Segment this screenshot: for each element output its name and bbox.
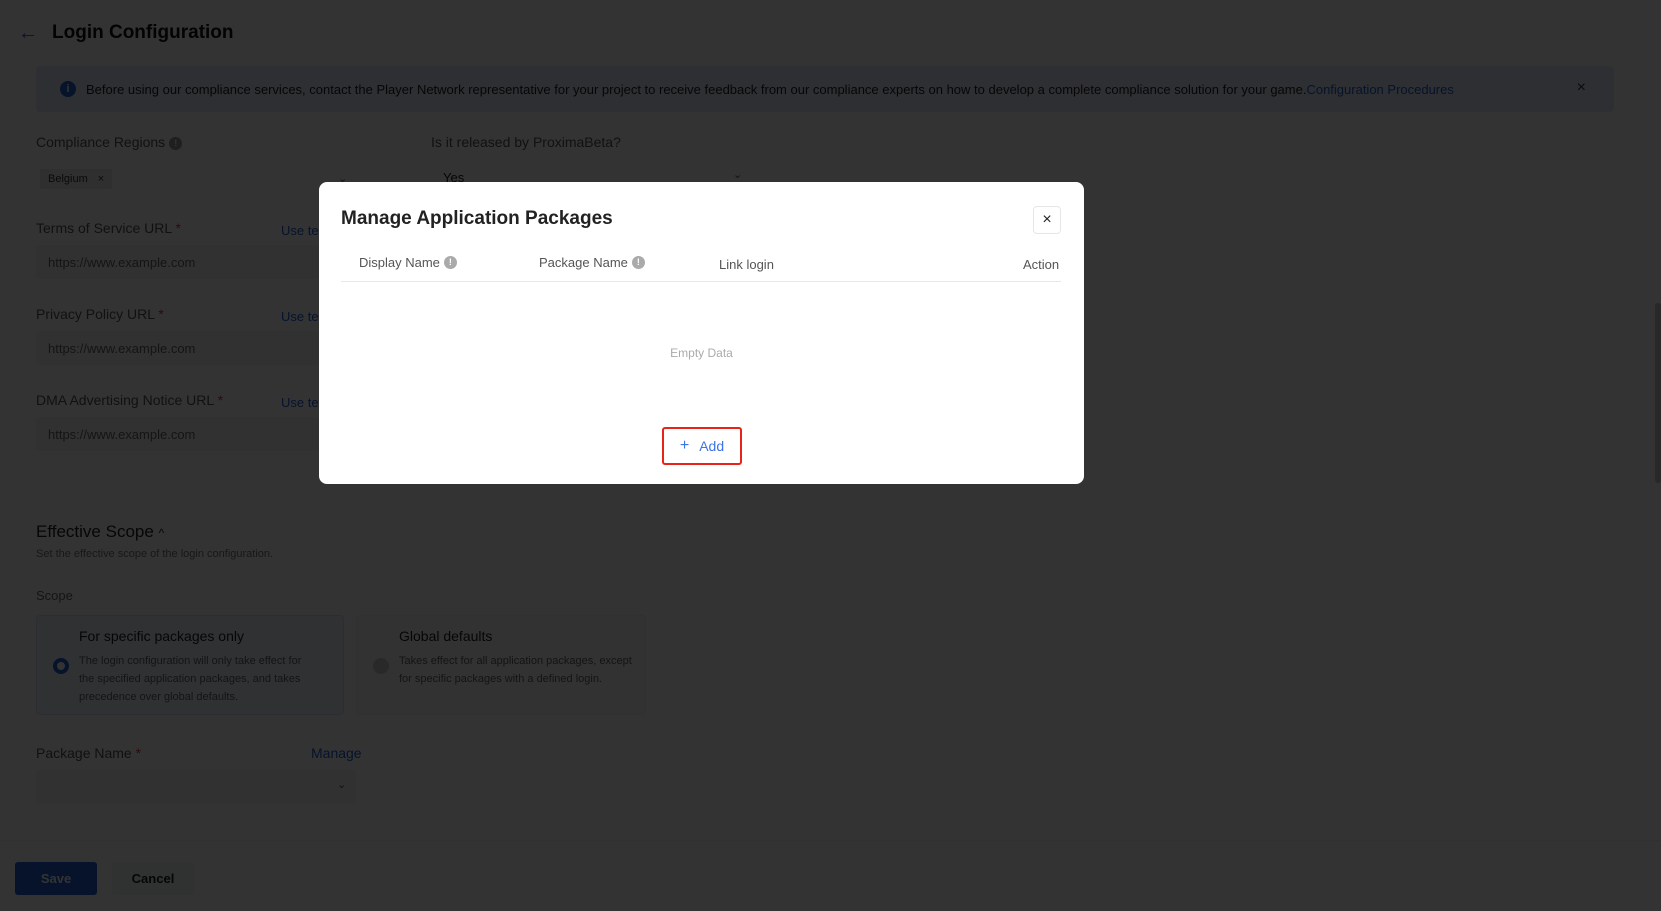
empty-state: Empty Data (670, 346, 733, 360)
close-button[interactable]: × (1033, 206, 1061, 234)
add-package-button[interactable]: + Add (662, 427, 742, 465)
manage-application-packages-dialog: Manage Application Packages × Display Na… (319, 182, 1084, 484)
add-label: Add (699, 438, 725, 454)
column-package-name: Package Name! (539, 250, 645, 274)
help-icon: ! (631, 255, 645, 269)
close-icon: × (1042, 211, 1052, 228)
help-icon: ! (443, 255, 457, 269)
column-action: Action (1023, 256, 1060, 272)
column-link-login: Link login (719, 256, 774, 272)
dialog-title: Manage Application Packages (341, 208, 613, 229)
column-display-name: Display Name! (359, 250, 457, 274)
table-header: Display Name! Package Name! Link login A… (341, 250, 1061, 282)
plus-icon: + (679, 437, 690, 454)
